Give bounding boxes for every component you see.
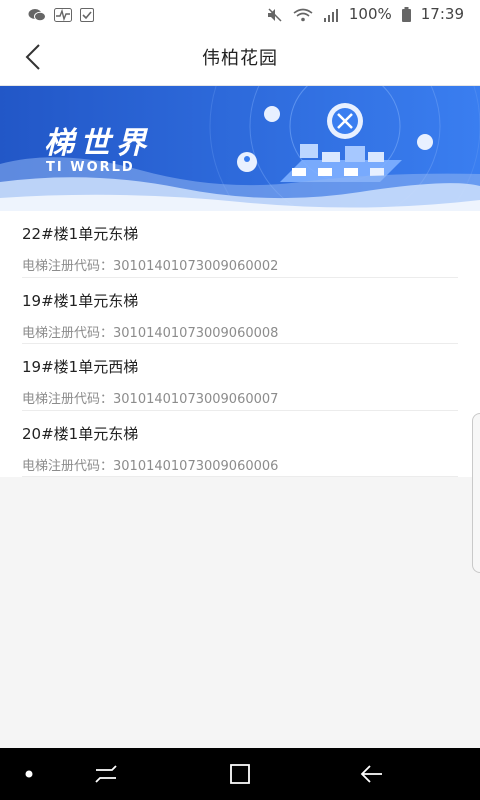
elevator-name: 22#楼1单元东梯: [22, 225, 139, 243]
registration-code: 30101401073009060002: [113, 259, 279, 274]
home-icon: [230, 764, 250, 784]
code-label: 电梯注册代码：: [22, 392, 114, 407]
registration-code-row: 电梯注册代码：30101401073009060008: [22, 322, 458, 341]
wifi-icon: [293, 7, 313, 22]
list-item[interactable]: 19#楼1单元西梯 电梯注册代码：30101401073009060007: [22, 344, 458, 411]
checkbox-icon: [80, 7, 96, 22]
home-button[interactable]: [218, 748, 262, 800]
elevator-name: 19#楼1单元东梯: [22, 291, 139, 310]
back-arrow-icon: [360, 765, 382, 783]
banner-subtitle: TI WORLD: [46, 160, 135, 175]
registration-code: 30101401073009060006: [113, 458, 279, 474]
code-label: 电梯注册代码：: [22, 259, 114, 274]
nav-dot-button[interactable]: [14, 748, 44, 800]
elevator-name: 20#楼1单元东梯: [22, 424, 139, 443]
registration-code-row: 电梯注册代码：30101401073009060007: [22, 388, 458, 407]
registration-code: 30101401073009060008: [113, 325, 279, 341]
nav-back-button[interactable]: [350, 748, 394, 800]
registration-code: 30101401073009060007: [113, 392, 279, 407]
battery-icon: [401, 7, 411, 22]
wechat-icon: [28, 7, 46, 22]
elevator-list: 22#楼1单元东梯 电梯注册代码：30101401073009060002 19…: [0, 211, 480, 477]
recent-apps-icon: [95, 765, 117, 783]
clock: 17:39: [420, 5, 464, 23]
code-label: 电梯注册代码：: [22, 325, 114, 341]
code-label: 电梯注册代码：: [22, 458, 114, 474]
banner-title: 梯世界: [44, 126, 152, 161]
list-item[interactable]: 20#楼1单元东梯 电梯注册代码：30101401073009060006: [22, 411, 458, 477]
mute-icon: [267, 7, 283, 22]
registration-code-row: 电梯注册代码：30101401073009060002: [22, 255, 458, 274]
navigation-bar: [0, 748, 480, 800]
dot-icon: [25, 770, 33, 778]
status-bar: 100% 17:39: [0, 0, 480, 28]
pulse-icon: [54, 7, 72, 22]
app-header: 伟柏花园: [0, 28, 480, 86]
signal-icon: [323, 7, 339, 22]
status-left: [28, 7, 96, 22]
registration-code-row: 电梯注册代码：30101401073009060006: [22, 455, 458, 474]
status-right: 100% 17:39: [267, 5, 464, 23]
list-item[interactable]: 19#楼1单元东梯 电梯注册代码：30101401073009060008: [22, 278, 458, 344]
recent-apps-button[interactable]: [84, 748, 128, 800]
battery-percent: 100%: [348, 5, 392, 23]
edge-panel-handle[interactable]: [472, 413, 480, 573]
list-item[interactable]: 22#楼1单元东梯 电梯注册代码：30101401073009060002: [22, 211, 458, 278]
page-title: 伟柏花园: [202, 48, 278, 69]
elevator-name: 19#楼1单元西梯: [22, 358, 139, 376]
